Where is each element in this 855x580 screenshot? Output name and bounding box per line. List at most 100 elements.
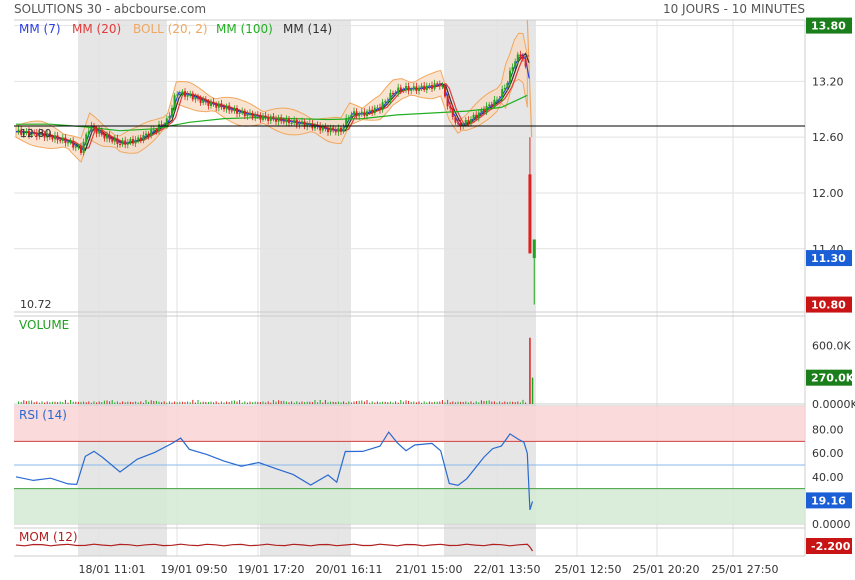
candle-body-75 bbox=[212, 101, 215, 105]
candle-body-107 bbox=[295, 119, 298, 126]
candle-body-105 bbox=[290, 122, 293, 124]
time-tick-4: 21/01 15:00 bbox=[396, 563, 463, 576]
candle-body-118 bbox=[324, 126, 327, 129]
candle-body-137 bbox=[373, 107, 376, 114]
candle-body-62 bbox=[178, 93, 181, 95]
price-tick-1: 13.20 bbox=[812, 75, 844, 88]
time-tick-7: 25/01 20:20 bbox=[633, 563, 700, 576]
candle-body-35 bbox=[108, 134, 111, 140]
candle-body-79 bbox=[223, 107, 225, 110]
candle-body-96 bbox=[267, 117, 270, 121]
candle-body-48 bbox=[142, 135, 145, 141]
candle-body-151 bbox=[410, 89, 413, 91]
candle-body-144 bbox=[392, 92, 394, 94]
candle-body-31 bbox=[98, 130, 101, 134]
candle-body-190 bbox=[511, 67, 514, 71]
candle-body-187 bbox=[503, 87, 506, 90]
momentum-title: MOM (12) bbox=[19, 530, 78, 544]
candle-body-129 bbox=[353, 111, 355, 115]
stock-chart: SOLUTIONS 30 - abcbourse.com 10 JOURS - … bbox=[14, 2, 855, 576]
candle-body-13 bbox=[51, 137, 54, 140]
candle-body-78 bbox=[220, 103, 223, 108]
candle-body-150 bbox=[407, 86, 410, 91]
price-tick-2: 12.60 bbox=[812, 131, 844, 144]
candle-body-104 bbox=[288, 118, 290, 124]
candle-body-167 bbox=[451, 108, 454, 117]
rsi-tick-1: 60.00 bbox=[812, 447, 844, 460]
candle-body-182 bbox=[490, 104, 493, 107]
candle-body-101 bbox=[280, 117, 283, 122]
candle-body-63 bbox=[181, 91, 184, 94]
candle-body-106 bbox=[293, 119, 296, 123]
candle-body-193 bbox=[519, 54, 522, 57]
candle-body-94 bbox=[262, 115, 264, 120]
candle-body-154 bbox=[418, 87, 420, 92]
candle-body-164 bbox=[444, 86, 446, 97]
candle-body-33 bbox=[103, 134, 106, 139]
candle-body-163 bbox=[441, 86, 444, 88]
candle-body-143 bbox=[389, 92, 392, 101]
candle-body-100 bbox=[277, 117, 280, 122]
candle-body-121 bbox=[332, 127, 335, 131]
candle-body-176 bbox=[475, 114, 478, 118]
candle-body-27 bbox=[87, 131, 90, 135]
candle-body-149 bbox=[405, 86, 407, 90]
time-axis-ticks: 18/01 11:01 19/01 09:50 19/01 17:20 20/01 1… bbox=[79, 563, 779, 576]
candle-body-32 bbox=[100, 130, 103, 135]
candle-body-85 bbox=[238, 112, 241, 114]
candle-body-148 bbox=[402, 89, 405, 91]
candle-body-67 bbox=[191, 93, 194, 100]
candle-body-172 bbox=[464, 120, 467, 125]
candle-body-89 bbox=[249, 112, 251, 114]
rsi-axis-ticks: 80.0060.0040.0020.000.0000 bbox=[812, 424, 851, 531]
candle-body-34 bbox=[106, 134, 108, 139]
price-badge-1: 11.30 bbox=[811, 252, 846, 265]
time-tick-1: 19/01 09:50 bbox=[161, 563, 228, 576]
candle-body-66 bbox=[189, 93, 192, 95]
candle-body-135 bbox=[368, 109, 371, 112]
candle-body-147 bbox=[399, 87, 402, 91]
candle-body-180 bbox=[485, 105, 488, 113]
candle-body-49 bbox=[145, 133, 147, 136]
candle-body-21 bbox=[72, 140, 75, 148]
candle-body-68 bbox=[194, 97, 197, 100]
candle-body-162 bbox=[438, 83, 441, 87]
candle-body-178 bbox=[480, 109, 483, 113]
candle-body-169 bbox=[457, 122, 459, 124]
candle-body-17 bbox=[61, 137, 64, 141]
candle-body-23 bbox=[77, 146, 80, 148]
candle-body-15 bbox=[56, 135, 59, 141]
candle-body-37 bbox=[113, 138, 116, 142]
candle-body-157 bbox=[425, 85, 428, 91]
candle-body-174 bbox=[470, 119, 472, 124]
candle-body-124 bbox=[340, 127, 342, 132]
price-badge-0: 13.80 bbox=[811, 20, 846, 33]
candle-body-19 bbox=[67, 142, 69, 144]
candle-body-99 bbox=[275, 119, 277, 122]
candle-body-127 bbox=[347, 117, 350, 119]
candle-body-181 bbox=[488, 104, 491, 106]
candle-body-46 bbox=[137, 137, 140, 140]
candle-body-52 bbox=[152, 129, 155, 131]
momentum-badge-label: -2.200 bbox=[811, 540, 851, 553]
rsi-badge: 19.16 bbox=[806, 492, 852, 509]
candle-body-92 bbox=[256, 114, 259, 116]
candle-body-185 bbox=[498, 98, 501, 100]
candle-body-91 bbox=[254, 114, 257, 119]
chart-period: 10 JOURS - 10 MINUTES bbox=[663, 2, 805, 16]
candle-body-97 bbox=[269, 116, 272, 121]
last-candle bbox=[532, 239, 536, 259]
candle-body-88 bbox=[246, 113, 249, 117]
candle-body-191 bbox=[514, 61, 517, 68]
candle-body-158 bbox=[428, 85, 431, 87]
candle-body-58 bbox=[168, 115, 171, 119]
candle-body-152 bbox=[412, 86, 415, 90]
candle-body-87 bbox=[243, 110, 246, 117]
candle-body-156 bbox=[423, 85, 426, 91]
candle-body-76 bbox=[215, 104, 218, 108]
candle-body-61 bbox=[176, 94, 179, 96]
candle-body-60 bbox=[173, 95, 176, 108]
candle-body-141 bbox=[384, 101, 387, 103]
candle-body-166 bbox=[449, 106, 452, 109]
candle-body-38 bbox=[116, 138, 119, 144]
